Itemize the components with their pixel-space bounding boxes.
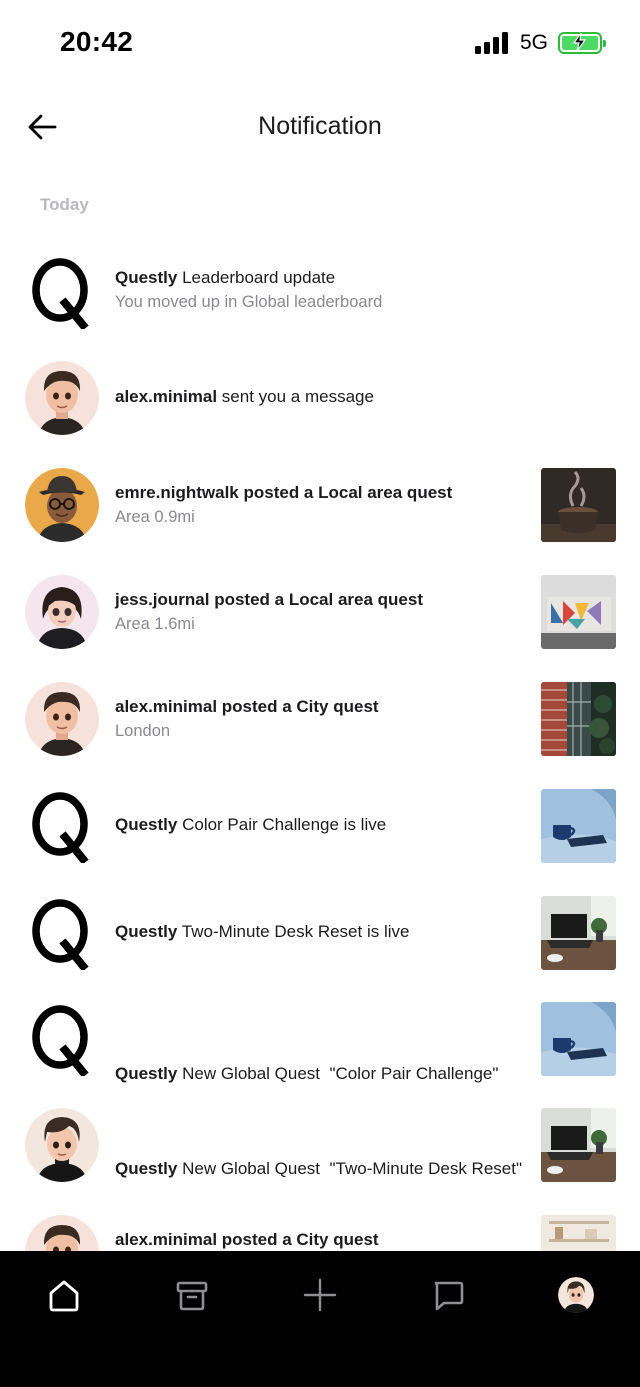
notification-actor: emre.nightwalk posted a Local area quest: [115, 483, 453, 502]
notification-row[interactable]: Questly New Global Quest "Color Pair Cha…: [0, 999, 640, 1083]
blue-mug-photo: [541, 789, 616, 863]
notification-row[interactable]: alex.minimal sent you a message: [0, 358, 640, 438]
signal-icon: [474, 32, 508, 54]
notification-row[interactable]: Questly Two-Minute Desk Reset is live: [0, 893, 640, 973]
notification-actor: Questly: [115, 922, 178, 941]
notification-subtext: London: [115, 722, 171, 740]
network-type: 5G: [519, 31, 548, 54]
notification-row[interactable]: jess.journal posted a Local area quest A…: [0, 572, 640, 652]
bottom-nav: [0, 1251, 640, 1387]
city-building-photo: [541, 682, 616, 756]
notification-actor: alex.minimal: [115, 387, 218, 406]
blue-mug-thumbnail[interactable]: [541, 1002, 616, 1076]
avatar[interactable]: [25, 361, 99, 435]
alex-avatar-image: [25, 361, 99, 435]
desk-laptop-thumbnail[interactable]: [541, 1108, 616, 1182]
city-building-thumbnail[interactable]: [541, 682, 616, 756]
mural-wall-thumbnail[interactable]: [541, 575, 616, 649]
notification-text: Color Pair Challenge is live: [177, 815, 387, 834]
nav-archive[interactable]: [172, 1275, 212, 1315]
notification-subtext: Area 1.6mi: [115, 615, 195, 633]
avatar[interactable]: [25, 575, 99, 649]
nav-home[interactable]: [44, 1275, 84, 1315]
notification-text: Two-Minute Desk Reset is live: [177, 922, 410, 941]
desk-laptop-thumbnail[interactable]: [541, 896, 616, 970]
emre-avatar-image: [25, 468, 99, 542]
questly-logo: [32, 258, 89, 329]
notification-text: sent you a message: [217, 387, 374, 406]
desk-laptop-photo: [541, 896, 616, 970]
battery-icon: [558, 32, 606, 54]
notification-row[interactable]: Questly Leaderboard update You moved up …: [0, 252, 640, 332]
nav-profile[interactable]: [558, 1277, 594, 1313]
notification-text: New Global Quest "Color Pair Challenge": [177, 1064, 499, 1083]
alex-avatar-image: [25, 682, 99, 756]
boy-avatar-image: [25, 1108, 99, 1182]
avatar[interactable]: [25, 682, 99, 756]
profile-avatar: [558, 1277, 594, 1313]
coffee-cup-photo: [541, 468, 616, 542]
archive-icon: [176, 1281, 208, 1311]
home-icon: [49, 1280, 79, 1312]
notification-actor: Questly: [115, 815, 178, 834]
plus-icon: [303, 1278, 337, 1312]
notification-actor: alex.minimal posted a City quest: [115, 1230, 379, 1249]
notification-row[interactable]: Questly New Global Quest "Two-Minute Des…: [0, 1105, 640, 1185]
notification-actor: jess.journal posted a Local area quest: [115, 590, 423, 609]
status-bar: 20:42 5G: [0, 0, 640, 88]
blue-mug-photo: [541, 1002, 616, 1076]
nav-create[interactable]: [300, 1275, 340, 1315]
page-title: Notification: [258, 112, 382, 140]
notification-actor: alex.minimal posted a City quest: [115, 697, 379, 716]
blue-mug-thumbnail[interactable]: [541, 789, 616, 863]
notification-actor: Questly: [115, 1064, 178, 1083]
jess-avatar-image: [25, 575, 99, 649]
questly-logo: [32, 792, 89, 863]
notification-row[interactable]: emre.nightwalk posted a Local area quest…: [0, 465, 640, 545]
notification-actor: Questly: [115, 1159, 178, 1178]
coffee-cup-thumbnail[interactable]: [541, 468, 616, 542]
chat-icon: [434, 1281, 464, 1311]
nav-messages[interactable]: [428, 1275, 468, 1315]
desk-laptop-photo: [541, 1108, 616, 1182]
status-indicators: 5G: [474, 30, 606, 56]
notification-subtext: Area 0.9mi: [115, 508, 195, 526]
questly-logo: [32, 1005, 89, 1076]
notification-text: Leaderboard update: [177, 268, 336, 287]
notification-row[interactable]: alex.minimal posted a City quest London: [0, 679, 640, 759]
notification-subtext: You moved up in Global leaderboard: [115, 293, 383, 311]
avatar[interactable]: [25, 468, 99, 542]
mural-wall-photo: [541, 575, 616, 649]
notification-actor: Questly: [115, 268, 178, 287]
header: Notification: [0, 95, 640, 161]
notification-row[interactable]: Questly Color Pair Challenge is live: [0, 786, 640, 866]
avatar[interactable]: [25, 1108, 99, 1182]
section-label-today: Today: [40, 195, 89, 214]
notification-text: New Global Quest "Two-Minute Desk Reset": [177, 1159, 522, 1178]
status-time: 20:42: [60, 26, 134, 57]
questly-logo: [32, 899, 89, 970]
